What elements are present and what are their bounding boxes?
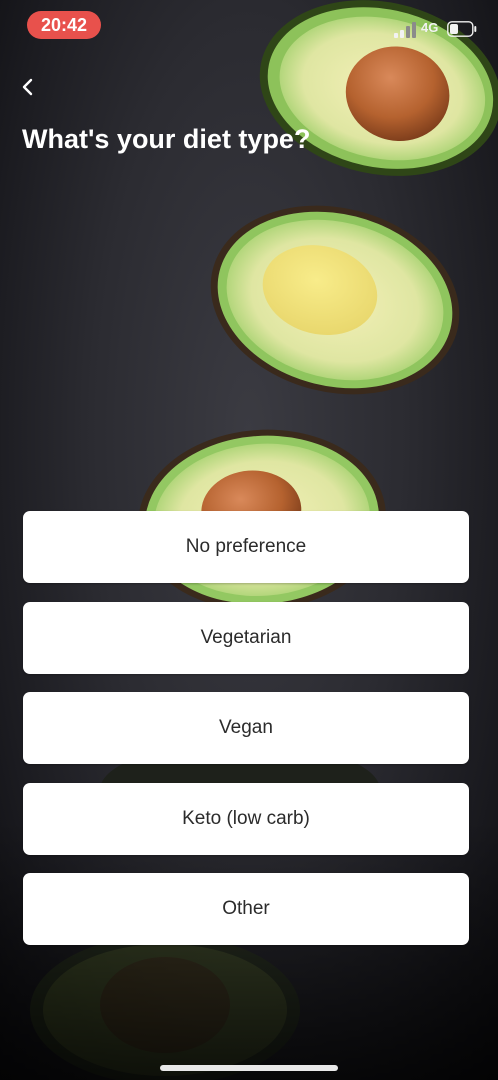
avocado-half-empty xyxy=(210,205,460,395)
cellular-signal-icon xyxy=(394,22,416,38)
option-vegetarian-button[interactable]: Vegetarian xyxy=(23,601,469,674)
back-button[interactable] xyxy=(14,72,42,102)
status-bar: 20:42 4G xyxy=(0,0,498,52)
battery-icon xyxy=(447,21,477,37)
option-vegan-button[interactable]: Vegan xyxy=(23,692,469,764)
home-indicator[interactable] xyxy=(160,1065,338,1071)
status-time: 20:42 xyxy=(27,11,101,39)
chevron-left-icon xyxy=(22,78,33,96)
diet-type-screen: 20:42 4G What's your diet type? No prefe… xyxy=(0,0,498,1080)
option-keto-button[interactable]: Keto (low carb) xyxy=(23,782,469,855)
option-no-preference-button[interactable]: No preference xyxy=(23,511,469,583)
page-title: What's your diet type? xyxy=(22,124,311,154)
option-other-button[interactable]: Other xyxy=(23,873,469,945)
network-type-label: 4G xyxy=(421,20,439,35)
diet-options-list: No preference Vegetarian Vegan Keto (low… xyxy=(23,511,469,964)
